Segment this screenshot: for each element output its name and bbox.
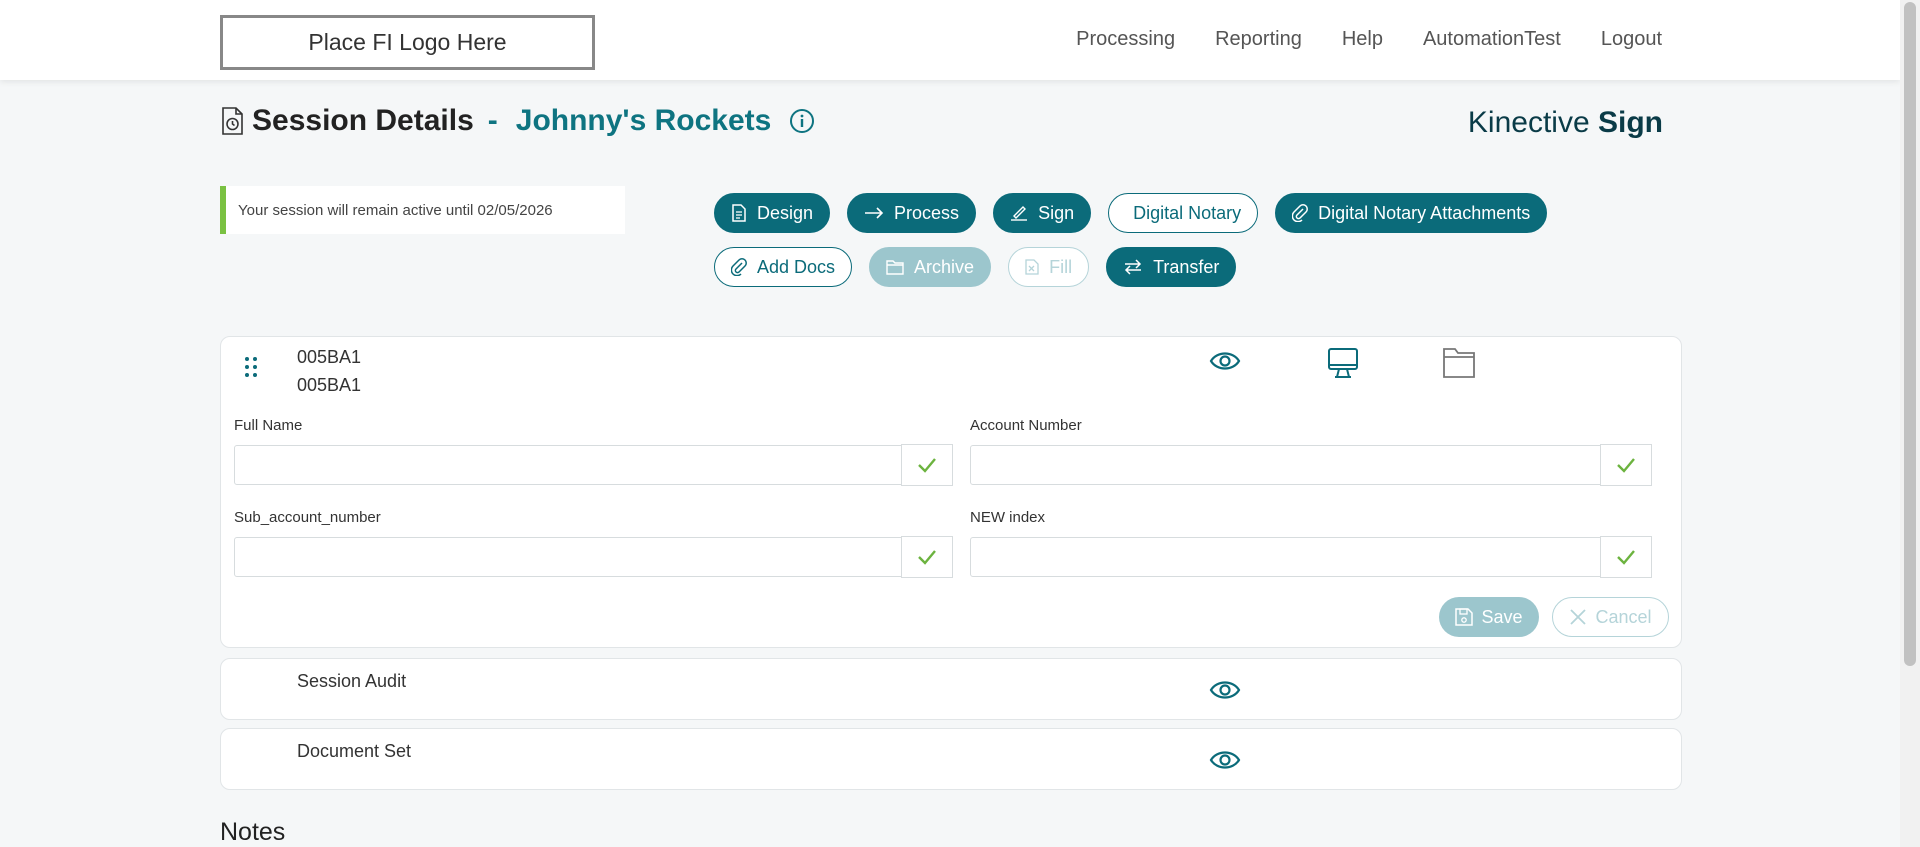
transfer-icon: [1125, 259, 1142, 275]
sub-account-number-label: Sub_account_number: [234, 509, 381, 526]
checkmark-icon: [1617, 458, 1635, 473]
brand-bold: Sign: [1598, 106, 1663, 139]
session-name: Johnny's Rockets: [515, 104, 772, 137]
cancel-button[interactable]: Cancel: [1552, 597, 1669, 637]
design-icon: [732, 204, 746, 222]
nav-help[interactable]: Help: [1342, 28, 1383, 51]
design-button[interactable]: Design: [714, 193, 831, 233]
full-name-confirm-button[interactable]: [901, 444, 953, 486]
session-audit-title: Session Audit: [297, 671, 407, 691]
new-index-label: NEW index: [970, 509, 1046, 526]
add-docs-button[interactable]: Add Docs: [714, 247, 853, 287]
archive-button[interactable]: Archive: [869, 247, 992, 287]
sub-account-number-input[interactable]: [234, 537, 902, 577]
session-audit-card: Session Audit: [220, 658, 1682, 720]
history-document-icon: [222, 107, 243, 135]
digital-notary-button[interactable]: Digital Notary: [1108, 193, 1259, 233]
document-name: 005BA1: [297, 375, 362, 395]
folder-icon[interactable]: [1442, 347, 1476, 379]
nav-reporting[interactable]: Reporting: [1215, 28, 1302, 51]
full-name-input[interactable]: [234, 445, 902, 485]
design-label: Design: [757, 202, 814, 223]
account-number-input[interactable]: [970, 445, 1602, 485]
digital-notary-label: Digital Notary: [1133, 202, 1242, 223]
page-title: Session Details: [252, 104, 474, 137]
paperclip-icon: [1292, 204, 1309, 222]
digital-notary-attachments-label: Digital Notary Attachments: [1318, 202, 1531, 223]
drag-handle-icon[interactable]: [243, 355, 259, 379]
fill-label: Fill: [1049, 256, 1073, 277]
kinective-sign-brand: Kinective Sign: [1468, 106, 1663, 140]
account-number-label: Account Number: [970, 417, 1082, 434]
session-expiry-notice: Your session will remain active until 02…: [220, 186, 625, 234]
process-label: Process: [894, 202, 960, 223]
save-button[interactable]: Save: [1439, 597, 1539, 637]
fill-button[interactable]: Fill: [1008, 247, 1090, 287]
nav-user-automationtest[interactable]: AutomationTest: [1423, 28, 1561, 51]
process-button[interactable]: Process: [847, 193, 977, 233]
arrow-right-icon: [865, 207, 884, 219]
digital-notary-attachments-button[interactable]: Digital Notary Attachments: [1275, 193, 1548, 233]
document-set-card: Document Set: [220, 728, 1682, 790]
cancel-label: Cancel: [1595, 606, 1652, 627]
brand-light: Kinective: [1467, 106, 1598, 139]
page-scrollbar[interactable]: [1900, 0, 1920, 847]
folder-icon: [886, 260, 904, 275]
nav-processing[interactable]: Processing: [1076, 28, 1175, 51]
full-name-label: Full Name: [234, 417, 303, 434]
scrollbar-thumb[interactable]: [1904, 2, 1916, 666]
top-navigation-bar: Place FI Logo Here Processing Reporting …: [0, 0, 1900, 80]
eye-icon[interactable]: [1209, 748, 1241, 772]
page-title-row: Session Details - Johnny's Rockets: [220, 104, 815, 138]
fill-icon: [1025, 259, 1039, 275]
add-docs-label: Add Docs: [757, 256, 836, 277]
pen-icon: [1011, 206, 1028, 221]
nav-logout[interactable]: Logout: [1601, 28, 1662, 51]
new-index-input[interactable]: [970, 537, 1602, 577]
document-card: 005BA1 005BA1 Full Name Account Number S…: [220, 336, 1682, 648]
monitor-icon[interactable]: [1327, 347, 1359, 379]
info-icon[interactable]: [789, 108, 815, 134]
document-set-title: Document Set: [297, 741, 412, 761]
checkmark-icon: [918, 550, 936, 565]
sign-button[interactable]: Sign: [993, 193, 1092, 233]
paperclip-icon: [731, 258, 747, 276]
checkmark-icon: [918, 458, 936, 473]
close-icon: [1570, 609, 1587, 625]
session-action-buttons: Design Process Sign Digital Notary Digit…: [714, 193, 1574, 301]
sign-label: Sign: [1038, 202, 1075, 223]
notes-heading: Notes: [220, 818, 286, 846]
sub-account-number-confirm-button[interactable]: [901, 536, 953, 578]
archive-label: Archive: [914, 256, 975, 277]
main-nav: Processing Reporting Help AutomationTest…: [1076, 28, 1662, 51]
title-separator: -: [487, 104, 498, 137]
save-icon: [1455, 608, 1474, 626]
eye-icon[interactable]: [1209, 678, 1241, 702]
checkmark-icon: [1617, 550, 1635, 565]
transfer-label: Transfer: [1153, 256, 1220, 277]
fi-logo-placeholder: Place FI Logo Here: [220, 15, 595, 70]
document-id: 005BA1: [297, 347, 362, 367]
new-index-confirm-button[interactable]: [1600, 536, 1652, 578]
transfer-button[interactable]: Transfer: [1106, 247, 1237, 287]
eye-icon[interactable]: [1209, 349, 1241, 373]
account-number-confirm-button[interactable]: [1600, 444, 1652, 486]
save-label: Save: [1481, 606, 1523, 627]
